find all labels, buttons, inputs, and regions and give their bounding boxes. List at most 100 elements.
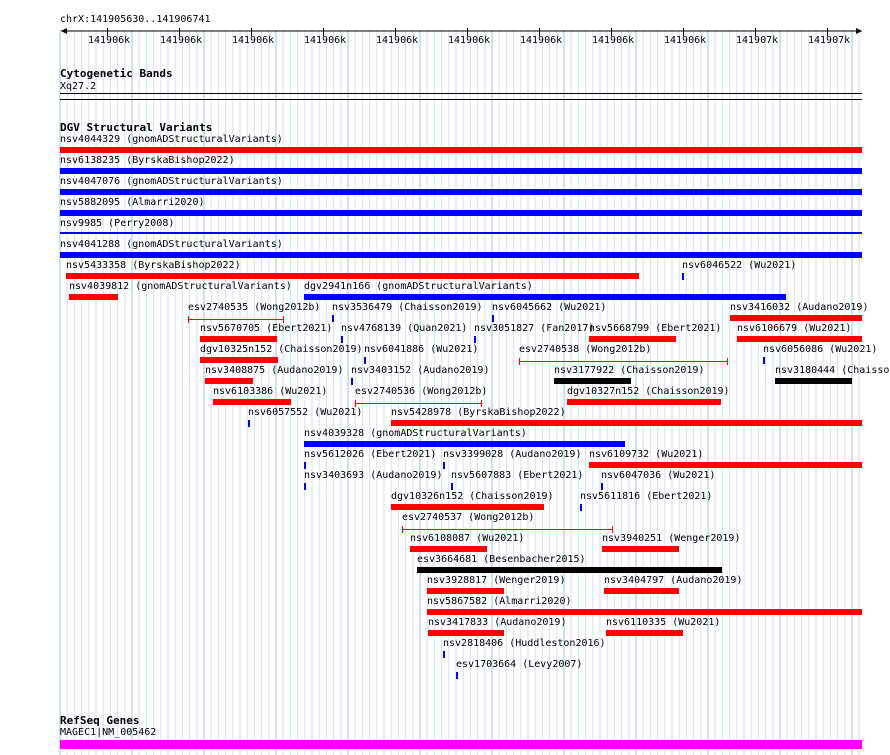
variant-feature[interactable] [60,232,862,234]
variant-feature[interactable] [589,462,862,468]
refseq-gene-label[interactable]: MAGEC1|NM_005462 [60,727,156,738]
variant-feature[interactable] [66,273,639,279]
variant-feature[interactable] [567,399,721,405]
variant-label[interactable]: nsv3536479 (Chaisson2019) [332,302,483,313]
cytoband-label[interactable]: Xq27.2 [60,81,96,92]
variant-feature[interactable] [428,630,504,636]
variant-label[interactable]: nsv6106679 (Wu2021) [737,323,851,334]
cytoband-band[interactable] [60,93,862,94]
variant-feature[interactable] [474,336,476,343]
variant-label[interactable]: nsv3940251 (Wenger2019) [602,533,740,544]
variant-feature-inversion[interactable] [402,529,612,530]
variant-feature[interactable] [601,483,603,490]
variant-label[interactable]: nsv3403152 (Audano2019) [351,365,489,376]
variant-label[interactable]: nsv6110335 (Wu2021) [606,617,720,628]
variant-feature[interactable] [200,357,278,363]
variant-label[interactable]: nsv4044329 (gnomADStructuralVariants) [60,134,283,145]
variant-label[interactable]: nsv4768139 (Quan2021) [341,323,467,334]
variant-feature[interactable] [60,168,862,174]
variant-feature[interactable] [60,189,862,195]
variant-feature[interactable] [443,651,445,658]
variant-feature[interactable] [304,462,306,469]
variant-label[interactable]: nsv5670705 (Ebert2021) [200,323,332,334]
variant-feature[interactable] [763,357,765,364]
variant-feature[interactable] [60,147,862,153]
variant-label[interactable]: esv1703664 (Levy2007) [456,659,582,670]
variant-label[interactable]: dgv10327n152 (Chaisson2019) [567,386,730,397]
variant-feature[interactable] [417,567,722,573]
variant-label[interactable]: dgv2941n166 (gnomADStructuralVariants) [304,281,533,292]
variant-label[interactable]: nsv3399028 (Audano2019) [443,449,581,460]
variant-feature[interactable] [427,609,862,615]
variant-feature[interactable] [775,378,852,384]
variant-feature-inversion[interactable] [188,319,283,320]
variant-label[interactable]: nsv3051827 (Fan2017) [474,323,594,334]
variant-label[interactable]: esv3664681 (Besenbacher2015) [417,554,586,565]
variant-label[interactable]: nsv3417833 (Audano2019) [428,617,566,628]
variant-label[interactable]: nsv3177922 (Chaisson2019) [554,365,705,376]
variant-label[interactable]: dgv10326n152 (Chaisson2019) [391,491,554,502]
variant-label[interactable]: nsv3403693 (Audano2019) [304,470,442,481]
variant-label[interactable]: nsv6103386 (Wu2021) [213,386,327,397]
variant-label[interactable]: esv2740537 (Wong2012b) [402,512,534,523]
variant-label[interactable]: nsv4047076 (gnomADStructuralVariants) [60,176,283,187]
variant-label[interactable]: nsv3408875 (Audano2019) [205,365,343,376]
variant-feature[interactable] [456,672,458,679]
genome-browser-panel[interactable]: chrX:141905630..141906741 141906k 141906k… [0,0,890,755]
variant-feature[interactable] [364,357,366,364]
variant-label[interactable]: nsv3180444 (Chaisson2019) [775,365,890,376]
variant-label[interactable]: nsv5607883 (Ebert2021) [451,470,583,481]
variant-label[interactable]: nsv2818406 (Huddleston2016) [443,638,606,649]
variant-label[interactable]: nsv4039328 (gnomADStructuralVariants) [304,428,527,439]
variant-feature[interactable] [304,483,306,490]
variant-label[interactable]: nsv6138235 (ByrskaBishop2022) [60,155,235,166]
variant-feature[interactable] [200,336,277,342]
variant-label[interactable]: nsv6047036 (Wu2021) [601,470,715,481]
variant-feature[interactable] [604,588,679,594]
variant-label[interactable]: nsv5882095 (Almarri2020) [60,197,205,208]
variant-label[interactable]: dgv10325n152 (Chaisson2019) [200,344,363,355]
variant-label[interactable]: nsv6041886 (Wu2021) [364,344,478,355]
variant-feature-inversion[interactable] [355,403,481,404]
variant-label[interactable]: esv2740535 (Wong2012b) [188,302,320,313]
variant-label[interactable]: nsv3416032 (Audano2019) [730,302,868,313]
variant-label[interactable]: nsv6057552 (Wu2021) [248,407,362,418]
variant-feature[interactable] [554,378,631,384]
variant-feature[interactable] [451,483,453,490]
variant-feature[interactable] [60,252,862,258]
variant-feature[interactable] [69,294,118,300]
variant-feature[interactable] [427,588,504,594]
variant-feature[interactable] [60,210,862,216]
variant-label[interactable]: nsv6109732 (Wu2021) [589,449,703,460]
variant-label[interactable]: nsv6056086 (Wu2021) [763,344,877,355]
variant-feature[interactable] [391,504,544,510]
variant-label[interactable]: nsv4039812 (gnomADStructuralVariants) [69,281,292,292]
variant-feature[interactable] [304,294,786,300]
variant-label[interactable]: nsv5433358 (ByrskaBishop2022) [66,260,241,271]
variant-label[interactable]: nsv5428978 (ByrskaBishop2022) [391,407,566,418]
variant-label[interactable]: nsv5612026 (Ebert2021) [304,449,436,460]
variant-feature[interactable] [730,315,862,321]
variant-feature[interactable] [332,315,334,322]
variant-label[interactable]: nsv9985 (Perry2008) [60,218,174,229]
variant-label[interactable]: esv2740536 (Wong2012b) [355,386,487,397]
variant-feature[interactable] [391,420,862,426]
variant-feature[interactable] [205,378,253,384]
variant-label[interactable]: nsv6108087 (Wu2021) [410,533,524,544]
variant-label[interactable]: nsv3404797 (Audano2019) [604,575,742,586]
variant-feature[interactable] [341,336,343,343]
variant-label[interactable]: nsv3928817 (Wenger2019) [427,575,565,586]
variant-label[interactable]: esv2740538 (Wong2012b) [519,344,651,355]
variant-feature[interactable] [304,441,625,447]
variant-feature[interactable] [492,315,494,322]
variant-label[interactable]: nsv5867582 (Almarri2020) [427,596,572,607]
variant-feature[interactable] [589,336,676,342]
variant-label[interactable]: nsv6045662 (Wu2021) [492,302,606,313]
variant-feature-inversion[interactable] [519,361,727,362]
variant-label[interactable]: nsv4041288 (gnomADStructuralVariants) [60,239,283,250]
variant-feature[interactable] [606,630,683,636]
variant-feature[interactable] [580,504,582,511]
variant-label[interactable]: nsv5611816 (Ebert2021) [580,491,712,502]
variant-feature[interactable] [602,546,679,552]
variant-feature[interactable] [682,273,684,280]
